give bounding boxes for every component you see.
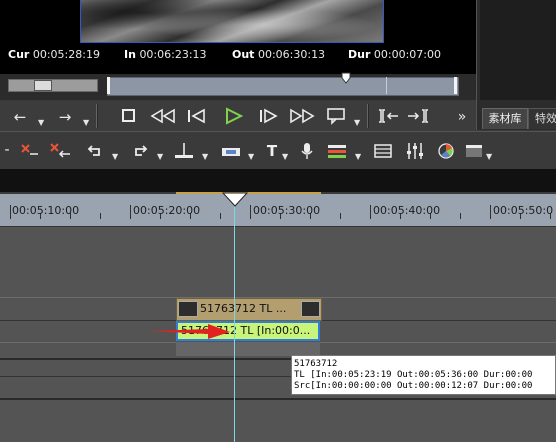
clip-thumbnail-in — [178, 301, 198, 317]
clip-marker-icon[interactable] — [220, 143, 242, 159]
undo-icon[interactable] — [85, 143, 105, 159]
ruler-major-tick — [10, 205, 11, 219]
preview-video-frame — [80, 0, 384, 43]
ruler-minor-tick — [220, 213, 221, 219]
title-icon[interactable]: T — [264, 142, 280, 160]
playhead-icon[interactable] — [222, 192, 248, 208]
ruler-major-tick — [490, 205, 491, 219]
ruler-minor-tick — [100, 213, 101, 219]
ruler-label: 00:05:30:00 — [253, 204, 321, 217]
position-indicator-icon[interactable] — [341, 72, 351, 84]
out-timecode: Out 00:06:30:13 — [232, 48, 326, 61]
layout-dropdown-icon[interactable]: ▼ — [486, 152, 492, 161]
overwrite-icon[interactable] — [406, 108, 432, 124]
ruler-label: 00:05:50:0 — [493, 204, 554, 217]
loop-dropdown-icon[interactable]: ▼ — [354, 118, 360, 127]
shuttle-slider[interactable] — [8, 79, 98, 92]
position-bar-marker — [386, 77, 387, 94]
shuttle-knob[interactable] — [34, 80, 52, 91]
audio-mixer-icon[interactable] — [326, 141, 350, 161]
insert-icon[interactable] — [376, 108, 400, 124]
clip-thumbnail-out — [301, 301, 320, 317]
step-forward-icon[interactable] — [258, 108, 280, 124]
play-icon[interactable] — [224, 107, 244, 125]
set-in-dropdown-icon[interactable]: ▼ — [38, 118, 44, 127]
microphone-icon[interactable] — [299, 141, 315, 161]
set-out-dropdown-icon[interactable]: ▼ — [83, 118, 89, 127]
tooltip-line: TL [In:00:05:23:19 Out:00:05:36:00 Dur:0… — [294, 370, 533, 380]
in-timecode: In 00:06:23:13 — [124, 48, 207, 61]
stop-icon[interactable] — [121, 108, 137, 124]
clip-marker-dropdown-icon[interactable]: ▼ — [248, 152, 254, 161]
video-clip-label: 51763712 TL ... — [200, 302, 287, 315]
asset-panel-content — [480, 0, 556, 100]
title-dropdown-icon[interactable]: ▼ — [282, 152, 288, 161]
color-wheel-icon[interactable] — [437, 142, 457, 160]
undo-dropdown-icon[interactable]: ▼ — [112, 152, 118, 161]
set-in-icon[interactable]: ← — [12, 108, 28, 126]
set-out-icon[interactable]: → — [57, 108, 73, 126]
ripple-delete-in-icon[interactable] — [18, 141, 40, 159]
current-timecode: Cur 00:05:28:19 — [8, 48, 100, 61]
clip-shadow — [176, 342, 320, 356]
ruler-major-tick — [250, 205, 251, 219]
ripple-delete-out-icon[interactable] — [48, 141, 74, 159]
grid-icon[interactable] — [373, 143, 393, 159]
annotation-arrow-icon — [150, 324, 230, 339]
fast-forward-icon[interactable] — [288, 108, 316, 124]
position-bar-start — [107, 77, 110, 94]
tooltip-line: 51763712 — [294, 359, 338, 369]
ruler-major-tick — [370, 205, 371, 219]
duration-timecode: Dur 00:00:07:00 — [348, 48, 441, 61]
track-divider — [0, 398, 556, 400]
redo-icon[interactable] — [130, 143, 150, 159]
ruler-minor-tick — [460, 213, 461, 219]
playhead-line — [234, 200, 235, 442]
tab-bin[interactable]: 素材库 — [482, 108, 528, 129]
position-bar-end — [454, 77, 457, 94]
audio-mixer-dropdown-icon[interactable]: ▼ — [355, 152, 361, 161]
tab-effects[interactable]: 特效 — [528, 108, 556, 129]
split-icon[interactable] — [172, 141, 196, 161]
split-dropdown-icon[interactable]: ▼ — [202, 152, 208, 161]
sliders-icon[interactable] — [404, 141, 426, 161]
rewind-icon[interactable] — [150, 108, 178, 124]
more-icon[interactable]: » — [454, 108, 470, 126]
ruler-label: 00:05:20:00 — [133, 204, 201, 217]
separator — [96, 104, 98, 128]
timeline-header — [0, 169, 556, 192]
ruler-label: 00:05:10:00 — [12, 204, 80, 217]
ruler-label: 00:05:40:00 — [373, 204, 441, 217]
clip-info-tooltip: 51763712 TL [In:00:05:23:19 Out:00:05:36… — [291, 355, 556, 395]
separator — [367, 104, 369, 128]
ruler-major-tick — [130, 205, 131, 219]
position-bar[interactable] — [107, 77, 459, 96]
tooltip-line: Src[In:00:00:00:00 Out:00:00:12:07 Dur:0… — [294, 381, 533, 391]
loop-icon[interactable] — [326, 107, 348, 125]
redo-dropdown-icon[interactable]: ▼ — [157, 152, 163, 161]
step-back-icon[interactable] — [186, 108, 208, 124]
ruler-minor-tick — [340, 213, 341, 219]
layout-icon[interactable] — [464, 143, 484, 159]
delete-icon[interactable]: ‐ — [0, 141, 14, 159]
track-divider — [0, 226, 556, 227]
